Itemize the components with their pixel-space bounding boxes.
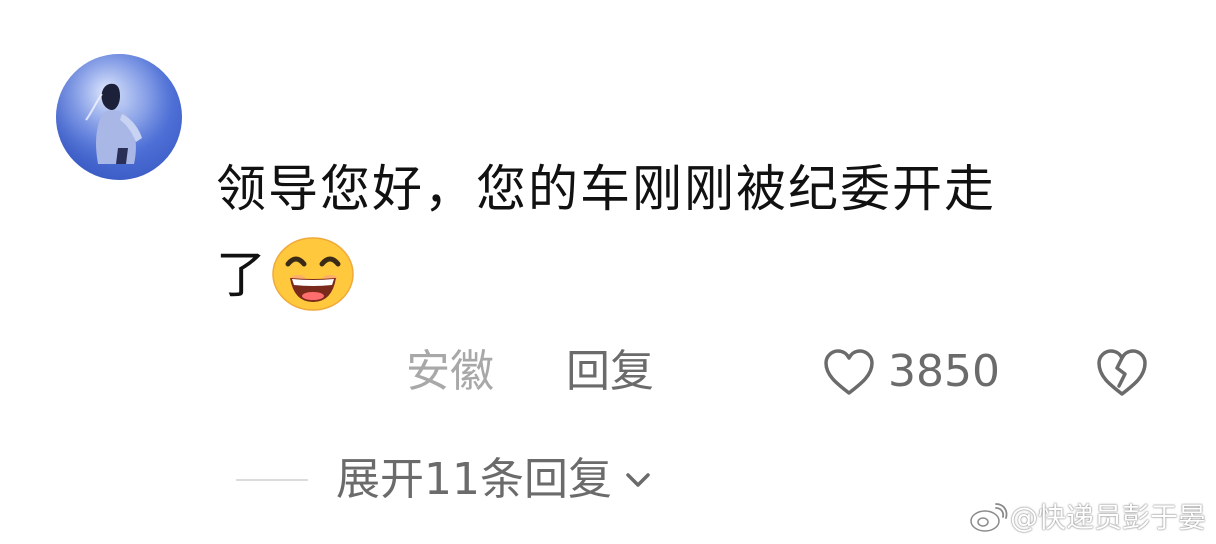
- comment-line-2: 了: [216, 232, 1156, 318]
- expand-replies-button[interactable]: 展开11条回复: [336, 450, 656, 510]
- comment-line-1: 领导您好，您的车刚刚被纪委开走: [216, 160, 996, 218]
- expand-replies-label: 展开11条回复: [336, 454, 612, 505]
- comment-text: 领导您好，您的车刚刚被纪委开走 了: [216, 146, 1156, 318]
- chevron-down-icon: [626, 473, 650, 487]
- grinning-face-emoji: [270, 234, 356, 312]
- comment-location: 安徽: [406, 346, 494, 397]
- expand-divider: [236, 479, 308, 481]
- reply-button[interactable]: 回复: [566, 342, 654, 402]
- heart-outline-icon: [824, 349, 874, 395]
- dislike-button[interactable]: [1094, 346, 1150, 398]
- avatar[interactable]: [56, 54, 182, 180]
- watermark-text: @快递员彭于晏: [1009, 501, 1206, 534]
- avatar-portrait: [56, 54, 182, 180]
- like-count: 3850: [888, 346, 1000, 397]
- watermark: @快递员彭于晏: [968, 500, 1206, 536]
- weibo-logo: [970, 503, 1008, 532]
- comment-line-2-text: 了: [216, 246, 268, 304]
- comment-card: 领导您好，您的车刚刚被纪委开走 了 安徽 回复 3850 展开11条回复 @快递…: [0, 0, 1216, 544]
- like-button[interactable]: 3850: [822, 342, 1000, 402]
- broken-heart-icon: [1097, 349, 1147, 396]
